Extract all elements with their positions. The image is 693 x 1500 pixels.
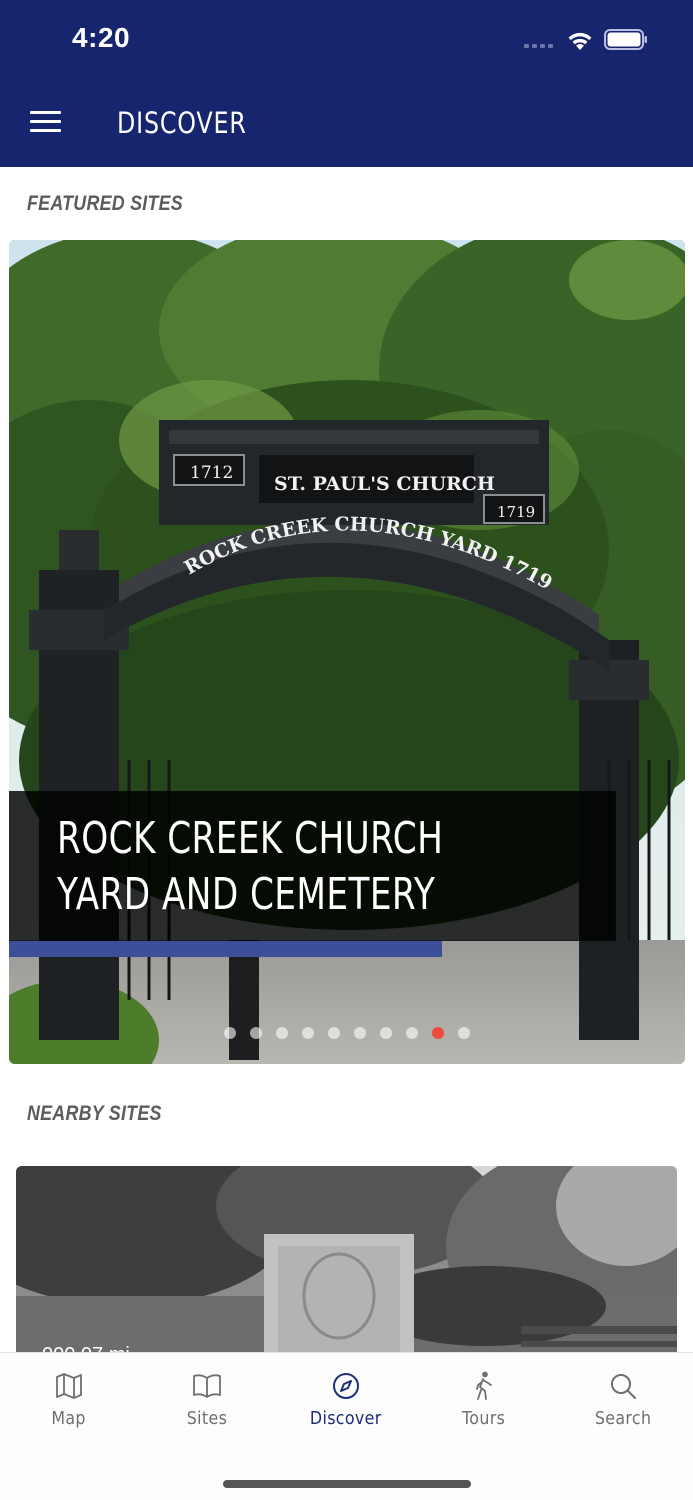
- tab-map[interactable]: Map: [9, 1371, 129, 1429]
- featured-title-overlay: ROCK CREEK CHURCH YARD AND CEMETERY: [9, 791, 616, 941]
- map-icon: [56, 1373, 82, 1399]
- carousel-dot[interactable]: [250, 1027, 262, 1039]
- tab-discover[interactable]: Discover: [286, 1371, 406, 1429]
- cellular-signal-icon: [524, 44, 553, 48]
- battery-icon: [604, 29, 647, 50]
- carousel-progress-fill: [9, 941, 442, 957]
- bottom-tab-bar: Map Sites Discover Tours Search: [0, 1352, 693, 1500]
- home-indicator: [223, 1480, 471, 1488]
- tab-sites[interactable]: Sites: [147, 1371, 267, 1429]
- book-icon: [193, 1374, 221, 1398]
- wifi-icon: [568, 32, 592, 50]
- page-title: DISCOVER: [117, 106, 247, 140]
- sign-year-left: 1712: [190, 463, 233, 483]
- featured-sites-heading: FEATURED SITES: [27, 192, 183, 215]
- compass-icon: [333, 1373, 359, 1399]
- nearby-site-photo: [16, 1166, 677, 1366]
- tab-discover-label: Discover: [310, 1408, 382, 1429]
- sign-church-name: ST. PAUL'S CHURCH: [274, 473, 495, 495]
- carousel-dot[interactable]: [432, 1027, 444, 1039]
- nearby-sites-heading: NEARBY SITES: [27, 1102, 162, 1125]
- sign-year-right: 1719: [497, 503, 535, 521]
- featured-site-card[interactable]: 1712 ST. PAUL'S CHURCH 1719 ROCK CREEK C…: [9, 240, 685, 1064]
- carousel-dot[interactable]: [328, 1027, 340, 1039]
- status-time: 4:20: [72, 22, 131, 53]
- search-icon: [611, 1374, 636, 1399]
- featured-site-title: ROCK CREEK CHURCH YARD AND CEMETERY: [57, 813, 444, 920]
- nearby-site-card[interactable]: 000.07 mi: [16, 1166, 677, 1366]
- carousel-page-dots: [9, 1027, 685, 1039]
- tab-search[interactable]: Search: [563, 1371, 683, 1429]
- app-header: 4:20 DISCOVER: [0, 0, 693, 167]
- carousel-dot[interactable]: [276, 1027, 288, 1039]
- carousel-dot[interactable]: [224, 1027, 236, 1039]
- tab-search-label: Search: [594, 1408, 652, 1429]
- carousel-dot[interactable]: [380, 1027, 392, 1039]
- tab-tours-label: Tours: [462, 1408, 506, 1429]
- tab-tours[interactable]: Tours: [424, 1371, 544, 1429]
- tab-sites-label: Sites: [186, 1408, 228, 1429]
- carousel-dot[interactable]: [458, 1027, 470, 1039]
- carousel-dot[interactable]: [302, 1027, 314, 1039]
- carousel-progress-bar: [9, 941, 685, 957]
- carousel-dot[interactable]: [354, 1027, 366, 1039]
- menu-button[interactable]: [30, 109, 62, 135]
- walking-person-icon: [476, 1371, 492, 1400]
- tab-map-label: Map: [51, 1408, 87, 1429]
- carousel-dot[interactable]: [406, 1027, 418, 1039]
